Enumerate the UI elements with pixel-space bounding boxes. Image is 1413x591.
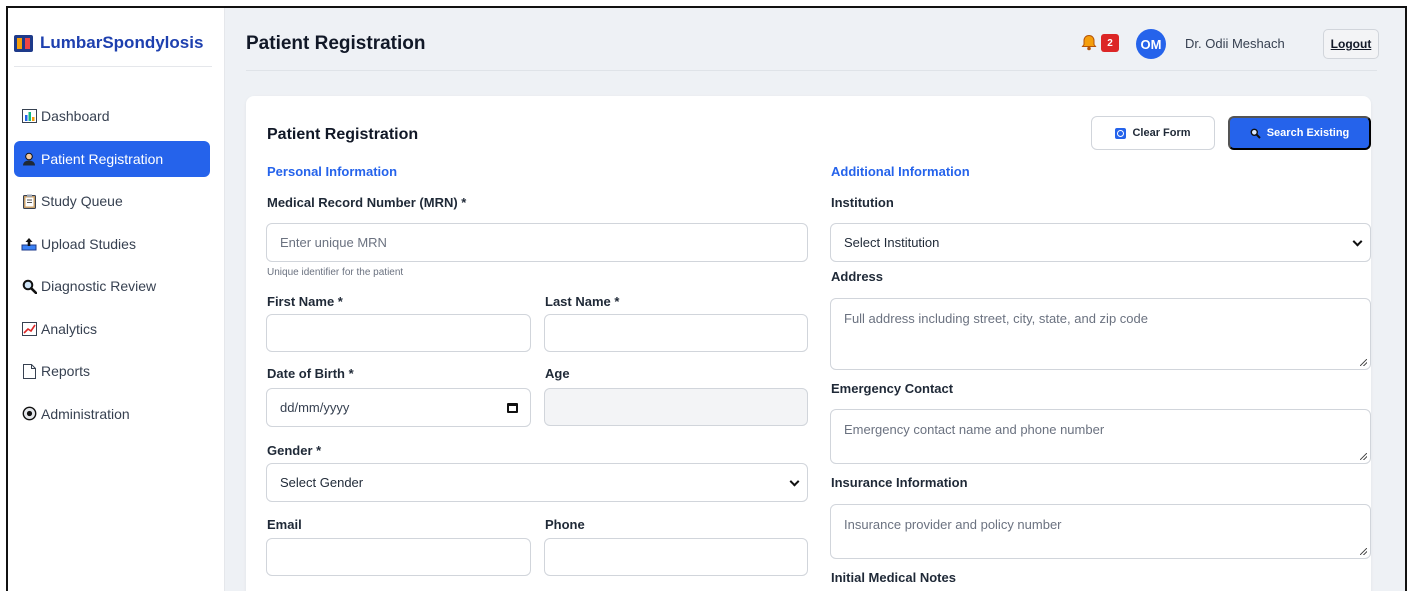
top-header: Patient Registration 2 OM Dr. Odii Mesha… (225, 8, 1405, 71)
clipboard-icon (21, 193, 37, 209)
calendar-icon[interactable] (507, 402, 518, 413)
chevron-down-icon (789, 476, 800, 487)
sidebar-item-analytics[interactable]: Analytics (14, 311, 210, 347)
sidebar-item-reports[interactable]: Reports (14, 353, 210, 389)
sidebar-item-study-queue[interactable]: Study Queue (14, 183, 210, 219)
sidebar-item-diagnostic-review[interactable]: Diagnostic Review (14, 268, 210, 304)
sidebar-item-label: Analytics (41, 320, 98, 337)
registration-card: Patient Registration Clear Form Search E… (246, 96, 1371, 591)
sidebar-item-label: Upload Studies (41, 235, 136, 252)
sidebar-item-upload-studies[interactable]: Upload Studies (14, 226, 210, 262)
user-name: Dr. Odii Meshach (1185, 36, 1285, 51)
sidebar-item-administration[interactable]: Administration (14, 396, 210, 432)
gender-label: Gender * (267, 443, 322, 458)
insurance-placeholder: Insurance provider and policy number (844, 517, 1062, 532)
institution-label: Institution (831, 195, 894, 210)
resize-handle-icon[interactable] (1360, 548, 1367, 555)
age-field (544, 388, 808, 426)
document-icon (21, 363, 37, 379)
sidebar-item-label: Diagnostic Review (41, 278, 157, 294)
search-existing-label: Search Existing (1266, 127, 1350, 139)
resize-handle-icon[interactable] (1360, 453, 1367, 460)
mrn-hint: Unique identifier for the patient (267, 267, 404, 278)
last-name-field[interactable] (544, 314, 808, 352)
address-textarea[interactable]: Full address including street, city, sta… (830, 298, 1371, 370)
upload-tray-icon (21, 236, 37, 252)
sidebar-item-dashboard[interactable]: Dashboard (14, 98, 210, 134)
app-window: LumbarSpondylosis Dashboard Patient Regi… (6, 6, 1407, 591)
sidebar: LumbarSpondylosis Dashboard Patient Regi… (8, 8, 225, 591)
logout-button[interactable]: Logout (1323, 29, 1379, 59)
person-icon (21, 151, 37, 167)
first-name-label: First Name * (267, 294, 343, 309)
bell-icon[interactable] (1081, 34, 1097, 51)
line-chart-icon (21, 321, 37, 337)
institution-select[interactable]: Select Institution (830, 223, 1371, 262)
sidebar-item-patient-registration[interactable]: Patient Registration (14, 140, 210, 177)
age-label: Age (545, 366, 570, 381)
additional-info-heading: Additional Information (831, 164, 970, 179)
institution-selected: Select Institution (844, 235, 940, 250)
clear-form-label: Clear Form (1132, 127, 1191, 139)
sidebar-item-label: Reports (41, 363, 91, 379)
sidebar-item-label: Study Queue (41, 193, 123, 209)
gear-icon (21, 406, 37, 422)
avatar[interactable]: OM (1136, 29, 1166, 59)
phone-field[interactable] (544, 538, 808, 576)
refresh-icon (1115, 127, 1127, 139)
gender-select[interactable]: Select Gender (266, 463, 808, 502)
card-title: Patient Registration (267, 126, 419, 143)
personal-info-heading: Personal Information (267, 164, 398, 179)
brand[interactable]: LumbarSpondylosis (14, 33, 203, 53)
brand-name: LumbarSpondylosis (40, 33, 204, 52)
gender-selected: Select Gender (280, 475, 364, 490)
brand-logo-icon (14, 34, 33, 52)
address-placeholder: Full address including street, city, sta… (844, 311, 1148, 326)
page-title: Patient Registration (246, 33, 426, 54)
clear-form-button[interactable]: Clear Form (1091, 116, 1215, 150)
phone-label: Phone (545, 517, 585, 532)
header-divider (246, 70, 1377, 71)
search-existing-button[interactable]: Search Existing (1228, 116, 1371, 150)
email-label: Email (267, 517, 302, 532)
magnifier-icon (21, 278, 37, 294)
sidebar-nav: Dashboard Patient Registration Study Que… (14, 98, 210, 438)
email-field[interactable] (266, 538, 531, 576)
first-name-field[interactable] (266, 314, 531, 352)
mrn-placeholder: Enter unique MRN (280, 235, 387, 250)
magnifier-icon (1250, 128, 1261, 139)
insurance-label: Insurance Information (831, 475, 968, 490)
brand-divider (14, 66, 212, 67)
dob-label: Date of Birth * (267, 366, 354, 381)
emergency-contact-placeholder: Emergency contact name and phone number (844, 422, 1105, 437)
sidebar-item-label: Patient Registration (41, 150, 164, 167)
sidebar-item-label: Administration (41, 405, 130, 422)
mrn-field[interactable]: Enter unique MRN (266, 223, 808, 262)
medical-notes-label: Initial Medical Notes (831, 570, 956, 585)
mrn-label: Medical Record Number (MRN) * (267, 195, 467, 210)
last-name-label: Last Name * (545, 294, 620, 309)
dob-field[interactable]: dd/mm/yyyy (266, 388, 531, 427)
sidebar-item-label: Dashboard (41, 108, 110, 124)
dob-placeholder: dd/mm/yyyy (280, 400, 350, 415)
resize-handle-icon[interactable] (1360, 359, 1367, 366)
bar-chart-icon (21, 108, 37, 124)
insurance-textarea[interactable]: Insurance provider and policy number (830, 504, 1371, 559)
emergency-contact-label: Emergency Contact (831, 381, 954, 396)
emergency-contact-textarea[interactable]: Emergency contact name and phone number (830, 409, 1371, 464)
chevron-down-icon (1352, 236, 1363, 247)
notification-badge[interactable]: 2 (1101, 34, 1119, 52)
address-label: Address (831, 269, 884, 284)
